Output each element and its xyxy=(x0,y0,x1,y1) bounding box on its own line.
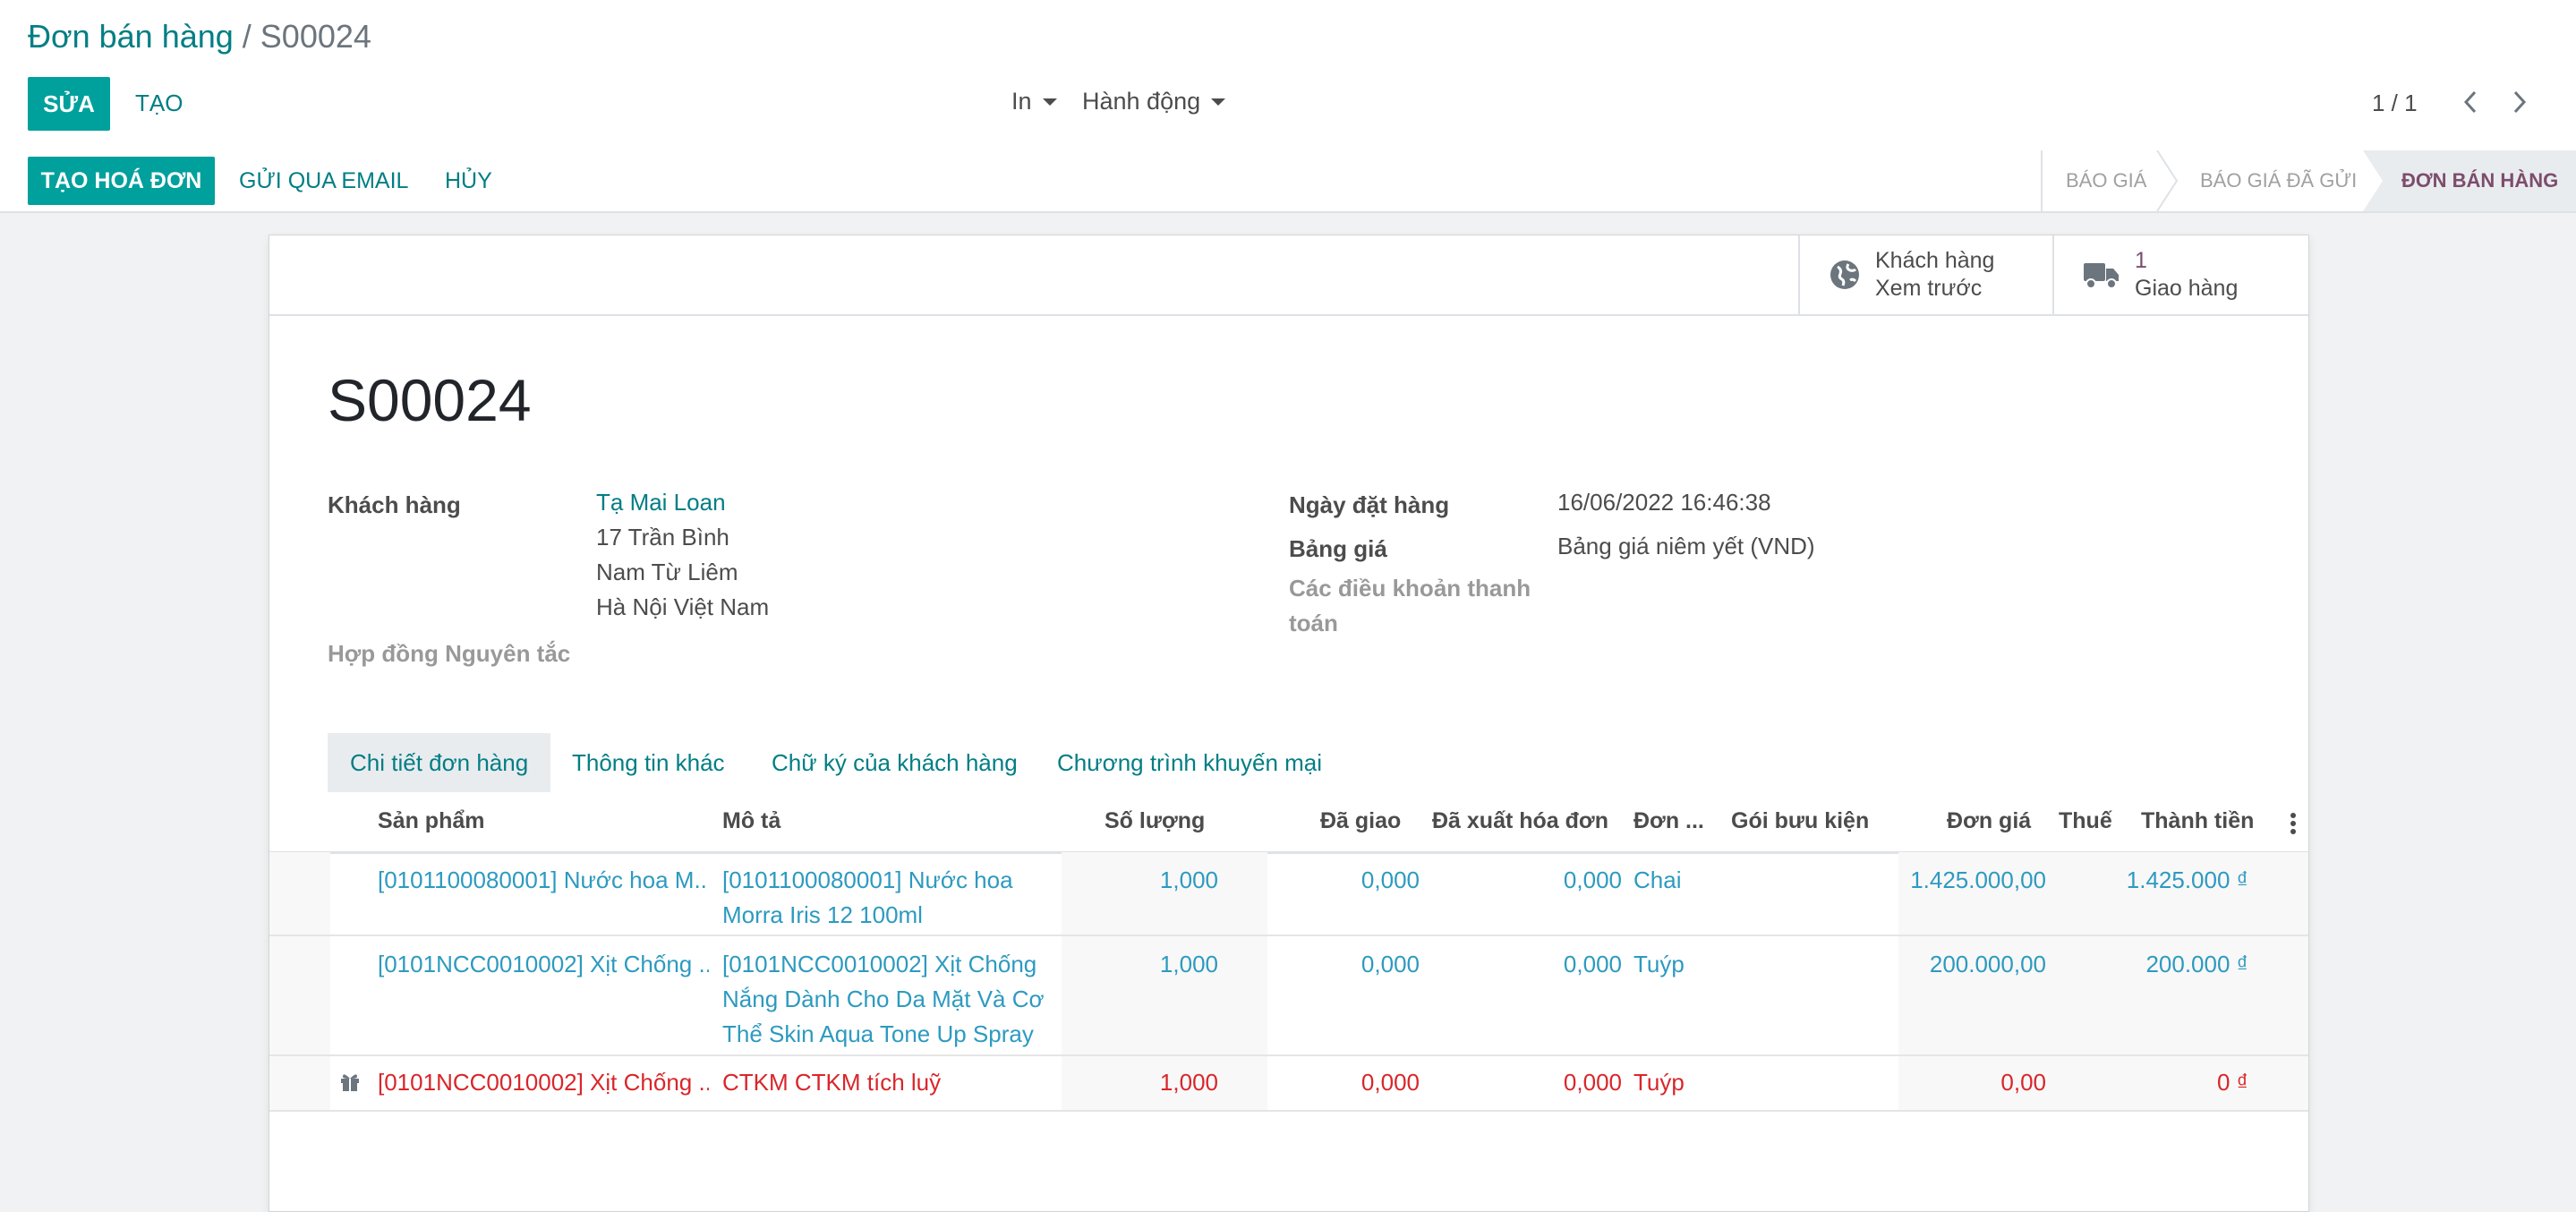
chevron-right-icon xyxy=(2513,90,2527,114)
action-label: Hành động xyxy=(1082,88,1201,115)
product-cell[interactable]: [0101NCC0010002] Xịt Chống ... xyxy=(378,947,709,982)
truck-icon xyxy=(2084,263,2119,289)
stage-sales-order[interactable]: ĐƠN BÁN HÀNG xyxy=(2401,150,2558,211)
customer-preview-button[interactable]: Khách hàng Xem trước xyxy=(1798,235,2054,314)
col-quantity[interactable]: Số lượng xyxy=(1105,808,1205,834)
stage-arrow xyxy=(2156,150,2179,211)
pricelist-value: Bảng giá niêm yết (VND) xyxy=(1557,533,1815,559)
contract-label: Hợp đồng Nguyên tắc xyxy=(328,640,571,667)
col-taxes[interactable]: Thuế xyxy=(2059,808,2112,834)
col-delivered[interactable]: Đã giao xyxy=(1320,808,1401,834)
order-title: S00024 xyxy=(328,367,532,433)
address-line-2: Nam Từ Liêm xyxy=(596,559,738,585)
stage-divider xyxy=(2041,150,2043,211)
unit-price-cell[interactable]: 200.000,00 xyxy=(1867,947,2046,982)
product-cell[interactable]: [0101NCC0010002] Xịt Chống ... xyxy=(378,1065,709,1100)
uom-cell[interactable]: Tuýp xyxy=(1633,1065,1685,1100)
payment-terms-label: Các điều khoản thanh toán xyxy=(1289,575,1531,636)
invoiced-cell[interactable]: 0,000 xyxy=(1443,947,1622,982)
col-package[interactable]: Gói bưu kiện xyxy=(1731,808,1869,834)
col-invoiced[interactable]: Đã xuất hóa đơn xyxy=(1432,808,1608,834)
subtotal-cell[interactable]: 0 ₫ xyxy=(2051,1065,2248,1100)
description-cell[interactable]: [0101100080001] Nước hoa Morra Iris 12 1… xyxy=(722,863,1045,933)
quantity-cell[interactable]: 1,000 xyxy=(1039,1065,1218,1100)
create-button[interactable]: TẠO xyxy=(135,90,183,117)
table-row[interactable]: [0101100080001] Nước hoa M... [010110008… xyxy=(269,852,2308,936)
print-label: In xyxy=(1011,88,1032,115)
action-dropdown[interactable]: Hành động xyxy=(1082,88,1226,115)
statusbar: TẠO HOÁ ĐƠN GỬI QUA EMAIL HỦY BÁO GIÁ BÁ… xyxy=(0,150,2576,213)
subtotal-cell[interactable]: 200.000 ₫ xyxy=(2051,947,2248,982)
table-header: Sản phẩm Mô tả Số lượng Đã giao Đã xuất … xyxy=(269,792,2308,854)
invoiced-cell[interactable]: 0,000 xyxy=(1443,863,1622,898)
create-invoice-button[interactable]: TẠO HOÁ ĐƠN xyxy=(28,157,215,205)
gift-icon xyxy=(341,1074,359,1091)
globe-icon xyxy=(1830,260,1859,289)
breadcrumb: Đơn bán hàng / S00024 xyxy=(28,18,371,55)
stage-pipeline: BÁO GIÁ BÁO GIÁ ĐÃ GỬI ĐƠN BÁN HÀNG xyxy=(2041,150,2576,211)
col-unit-price[interactable]: Đơn giá xyxy=(1947,808,2031,834)
customer-link[interactable]: Tạ Mai Loan xyxy=(596,485,726,520)
stage-quotation[interactable]: BÁO GIÁ xyxy=(2066,150,2146,211)
customer-preview-line1: Khách hàng xyxy=(1875,248,1995,273)
address-line-3: Hà Nội Việt Nam xyxy=(596,593,770,620)
description-cell[interactable]: [0101NCC0010002] Xịt Chống Nắng Dành Cho… xyxy=(722,947,1045,1052)
delivery-label: Giao hàng xyxy=(2135,276,2239,301)
col-uom[interactable]: Đơn ... xyxy=(1633,808,1704,834)
form-sheet: Khách hàng Xem trước 1 Giao hàng S00024 … xyxy=(269,235,2309,1212)
customer-preview-line2: Xem trước xyxy=(1875,276,1983,301)
address-line-1: 17 Trần Bình xyxy=(596,524,729,551)
delivery-count: 1 xyxy=(2135,248,2147,273)
unit-price-cell[interactable]: 0,00 xyxy=(1867,1065,2046,1100)
delivered-cell[interactable]: 0,000 xyxy=(1241,947,1420,982)
subtotal-cell[interactable]: 1.425.000 ₫ xyxy=(2051,863,2248,898)
unit-price-cell[interactable]: 1.425.000,00 xyxy=(1867,863,2046,898)
pager-previous-button[interactable] xyxy=(2454,86,2486,118)
uom-cell[interactable]: Chai xyxy=(1633,863,1681,898)
table-row[interactable]: [0101NCC0010002] Xịt Chống ... [0101NCC0… xyxy=(269,936,2308,1056)
pricelist-label: Bảng giá xyxy=(1289,535,1387,562)
tab-other-info[interactable]: Thông tin khác xyxy=(572,733,725,792)
edit-button[interactable]: SỬA xyxy=(28,77,110,131)
description-cell[interactable]: CTKM CTKM tích luỹ xyxy=(722,1065,1045,1100)
breadcrumb-current: S00024 xyxy=(260,18,371,55)
quantity-cell[interactable]: 1,000 xyxy=(1039,863,1218,898)
stage-quotation-sent[interactable]: BÁO GIÁ ĐÃ GỬI xyxy=(2200,150,2357,211)
delivered-cell[interactable]: 0,000 xyxy=(1241,1065,1420,1100)
tab-promotion-programs[interactable]: Chương trình khuyến mại xyxy=(1057,733,1322,792)
delivery-button[interactable]: 1 Giao hàng xyxy=(2052,235,2310,314)
caret-down-icon xyxy=(1042,98,1057,106)
col-subtotal[interactable]: Thành tiền xyxy=(2141,808,2254,834)
customer-label: Khách hàng xyxy=(328,491,461,518)
tab-order-lines[interactable]: Chi tiết đơn hàng xyxy=(328,733,551,792)
control-panel: Đơn bán hàng / S00024 SỬA TẠO In Hành động… xyxy=(0,0,2576,152)
pager-next-button[interactable] xyxy=(2503,86,2536,118)
send-email-button[interactable]: GỬI QUA EMAIL xyxy=(239,168,408,194)
breadcrumb-separator: / xyxy=(242,18,252,55)
smart-button-box: Khách hàng Xem trước 1 Giao hàng xyxy=(269,235,2308,316)
uom-cell[interactable]: Tuýp xyxy=(1633,947,1685,982)
tab-customer-signature[interactable]: Chữ ký của khách hàng xyxy=(772,733,1018,792)
print-dropdown[interactable]: In xyxy=(1011,88,1057,115)
quantity-cell[interactable]: 1,000 xyxy=(1039,947,1218,982)
col-product[interactable]: Sản phẩm xyxy=(378,808,484,834)
invoiced-cell[interactable]: 0,000 xyxy=(1443,1065,1622,1100)
product-cell[interactable]: [0101100080001] Nước hoa M... xyxy=(378,863,709,898)
pager-value[interactable]: 1 / 1 xyxy=(2372,90,2418,117)
caret-down-icon xyxy=(1211,98,1226,106)
order-date-label: Ngày đặt hàng xyxy=(1289,491,1450,518)
order-date-value: 16/06/2022 16:46:38 xyxy=(1557,489,1771,516)
cancel-button[interactable]: HỦY xyxy=(445,168,492,194)
breadcrumb-parent[interactable]: Đơn bán hàng xyxy=(28,18,234,55)
table-row[interactable]: [0101NCC0010002] Xịt Chống ... CTKM CTKM… xyxy=(269,1056,2308,1112)
column-options-icon[interactable] xyxy=(2290,812,2297,835)
delivered-cell[interactable]: 0,000 xyxy=(1241,863,1420,898)
chevron-left-icon xyxy=(2463,90,2477,114)
col-description[interactable]: Mô tả xyxy=(722,808,780,834)
